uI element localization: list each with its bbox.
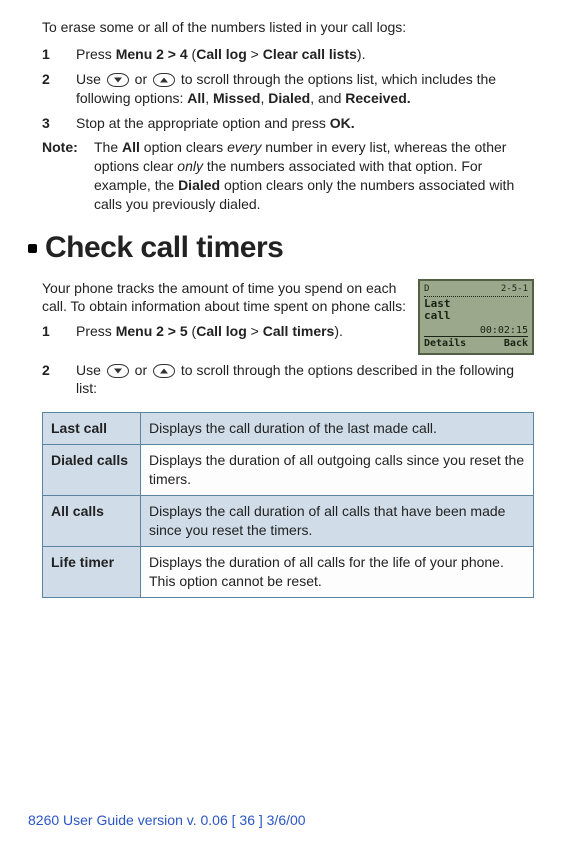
step-number: 2 [42, 361, 60, 399]
heading-text: Check call timers [45, 228, 283, 269]
scroll-up-icon [153, 364, 175, 378]
call-timers-label: Call timers [263, 323, 335, 339]
check-timers-heading: Check call timers [28, 228, 534, 269]
txt: Use [76, 362, 105, 378]
opt-received: Received. [345, 90, 410, 106]
phone-date: 2-5-1 [501, 283, 528, 295]
opt-missed: Missed [213, 90, 260, 106]
erase-step-2: 2 Use or to scroll through the options l… [42, 70, 534, 108]
term-cell: Dialed calls [43, 445, 141, 496]
call-log-label: Call log [196, 323, 247, 339]
em-only: only [177, 158, 203, 174]
txt: Use [76, 71, 105, 87]
txt: or [131, 71, 151, 87]
scroll-down-icon [107, 364, 129, 378]
txt: Stop at the appropriate option and press [76, 115, 330, 131]
txt: , [205, 90, 213, 106]
erase-intro: To erase some or all of the numbers list… [42, 18, 534, 37]
check-timers-body: D 2-5-1 Last call 00:02:15 Details Back … [42, 279, 534, 598]
txt: option clears [140, 139, 227, 155]
step-number: 2 [42, 70, 60, 108]
txt: ( [188, 323, 197, 339]
txt: ). [357, 46, 366, 62]
erase-step-1: 1 Press Menu 2 > 4 (Call log > Clear cal… [42, 45, 534, 64]
call-log-label: Call log [196, 46, 247, 62]
menu-path: Menu 2 > 5 [116, 323, 188, 339]
clear-lists-label: Clear call lists [263, 46, 357, 62]
ok-label: OK. [330, 115, 355, 131]
term-cell: Last call [43, 413, 141, 445]
erase-step-3: 3 Stop at the appropriate option and pre… [42, 114, 534, 133]
desc-cell: Displays the duration of all outgoing ca… [141, 445, 534, 496]
desc-cell: Displays the duration of all calls for t… [141, 546, 534, 597]
term-cell: Life timer [43, 546, 141, 597]
step-number: 1 [42, 45, 60, 64]
phone-signal: D [424, 283, 429, 295]
timer-options-table: Last callDisplays the call duration of t… [42, 412, 534, 597]
note-label: Note: [42, 138, 86, 214]
desc-cell: Displays the call duration of all calls … [141, 495, 534, 546]
txt: or [131, 362, 151, 378]
timers-step-1: 1 Press Menu 2 > 5 (Call log > Call time… [42, 322, 408, 341]
opt-dialed: Dialed [178, 177, 220, 193]
erase-steps: 1 Press Menu 2 > 4 (Call log > Clear cal… [42, 45, 534, 133]
table-row: All callsDisplays the call duration of a… [43, 495, 534, 546]
txt: Press [76, 323, 116, 339]
step-text: Stop at the appropriate option and press… [76, 114, 534, 133]
txt: The [94, 139, 122, 155]
txt: ( [188, 46, 197, 62]
scroll-up-icon [153, 73, 175, 87]
step-number: 1 [42, 322, 60, 341]
table-row: Last callDisplays the call duration of t… [43, 413, 534, 445]
step-text: Press Menu 2 > 5 (Call log > Call timers… [76, 322, 408, 341]
txt: > [247, 323, 263, 339]
step-number: 3 [42, 114, 60, 133]
opt-all: All [187, 90, 205, 106]
phone-line2: call [424, 310, 528, 322]
table-row: Dialed callsDisplays the duration of all… [43, 445, 534, 496]
page-footer: 8260 User Guide version v. 0.06 [ 36 ] 3… [28, 811, 306, 830]
step-text: Use or to scroll through the options lis… [76, 70, 534, 108]
txt: , and [310, 90, 345, 106]
txt: > [247, 46, 263, 62]
menu-path: Menu 2 > 4 [116, 46, 188, 62]
phone-screen-illustration: D 2-5-1 Last call 00:02:15 Details Back [418, 279, 534, 355]
table-row: Life timerDisplays the duration of all c… [43, 546, 534, 597]
scroll-down-icon [107, 73, 129, 87]
txt: ). [334, 323, 343, 339]
opt-dialed: Dialed [268, 90, 310, 106]
timers-step-2: 2 Use or to scroll through the options d… [42, 361, 534, 399]
desc-cell: Displays the call duration of the last m… [141, 413, 534, 445]
term-cell: All calls [43, 495, 141, 546]
phone-line1: Last [424, 298, 528, 310]
note-text: The All option clears every number in ev… [94, 138, 534, 214]
phone-softkey-left: Details [424, 337, 466, 351]
step-text: Press Menu 2 > 4 (Call log > Clear call … [76, 45, 534, 64]
bullet-icon [28, 244, 37, 253]
txt: Press [76, 46, 116, 62]
opt-all: All [122, 139, 140, 155]
step-text: Use or to scroll through the options des… [76, 361, 534, 399]
em-every: every [227, 139, 261, 155]
note-block: Note: The All option clears every number… [42, 138, 534, 214]
phone-softkey-right: Back [504, 337, 528, 351]
